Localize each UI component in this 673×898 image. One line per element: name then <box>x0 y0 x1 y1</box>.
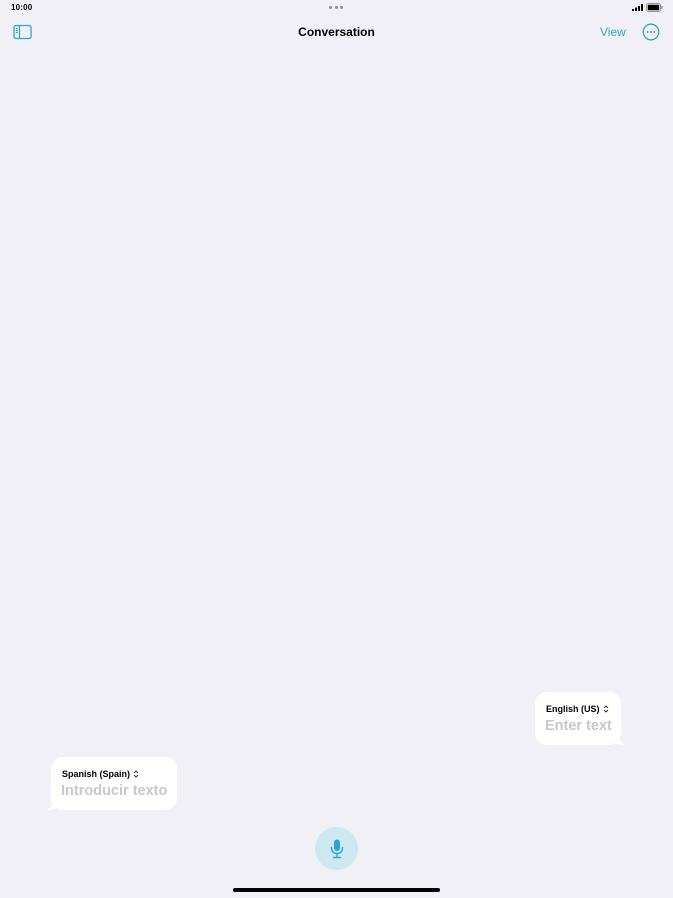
chevron-up-down-icon <box>603 705 608 713</box>
english-language-selector[interactable]: English (US) <box>546 704 609 714</box>
view-button[interactable]: View <box>600 25 626 39</box>
language-label: Spanish (Spain) <box>62 769 131 779</box>
status-time: 10:00 <box>11 3 33 12</box>
language-label: English (US) <box>546 704 600 714</box>
chevron-up-down-icon <box>133 770 139 778</box>
bubble-tail <box>47 798 61 810</box>
cellular-signal-icon <box>632 4 643 11</box>
battery-icon <box>646 3 663 12</box>
navigation-bar: Conversation View <box>0 16 673 48</box>
bubble-tail <box>611 733 625 745</box>
spanish-speech-bubble: Spanish (Spain) <box>47 757 177 810</box>
status-bar: 10:00 <box>0 0 673 16</box>
microphone-icon <box>330 839 343 858</box>
english-text-input[interactable] <box>545 718 617 734</box>
multitasking-dots-icon[interactable] <box>329 6 343 9</box>
spanish-language-selector[interactable]: Spanish (Spain) <box>62 769 139 779</box>
home-indicator[interactable] <box>233 888 440 892</box>
page-title: Conversation <box>298 25 375 39</box>
microphone-button[interactable] <box>315 827 358 870</box>
english-speech-bubble: English (US) <box>535 692 625 745</box>
spanish-text-input[interactable] <box>61 783 173 799</box>
ellipsis-circle-icon[interactable] <box>642 23 660 41</box>
